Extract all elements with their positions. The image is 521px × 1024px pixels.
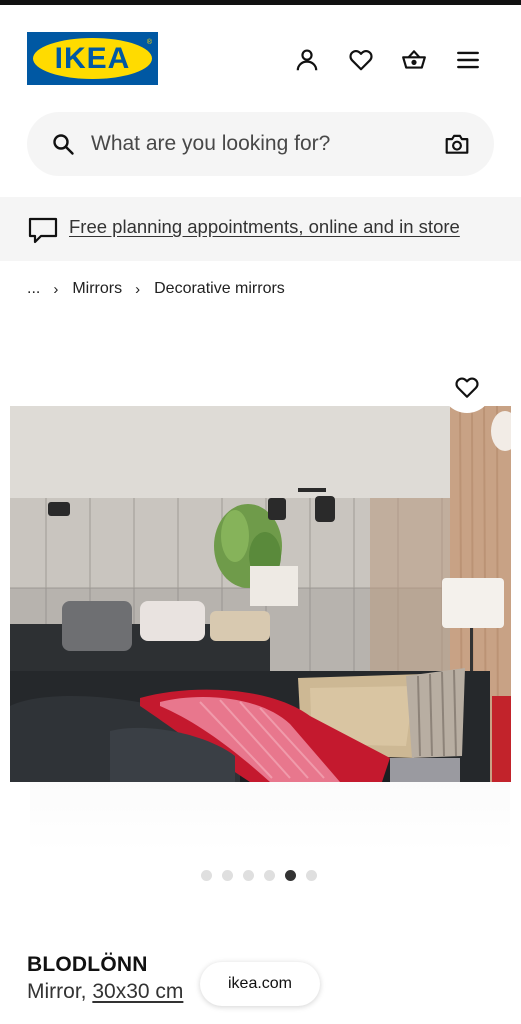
breadcrumb-ellipsis[interactable]: ... (27, 280, 40, 298)
breadcrumb-separator: › (135, 280, 141, 298)
product-image[interactable] (10, 406, 511, 782)
product-description: Mirror, 30x30 cm (27, 980, 183, 1004)
breadcrumb-separator: › (53, 280, 59, 298)
product-type: Mirror, (27, 980, 87, 1003)
add-to-favourites-button[interactable] (441, 361, 493, 413)
favourites-button[interactable] (346, 45, 376, 75)
carousel-dot[interactable] (201, 870, 212, 881)
room-scene-illustration (10, 406, 511, 782)
logo-text: IKEA (54, 41, 131, 75)
basket-icon (402, 50, 426, 69)
search-bar[interactable]: What are you looking for? (27, 112, 494, 176)
menu-button[interactable] (453, 45, 483, 75)
site-header: IKEA ® (0, 5, 521, 105)
heart-icon (455, 377, 479, 398)
product-name: BLODLÖNN (27, 953, 148, 976)
promo-link[interactable]: Free planning appointments, online and i… (69, 216, 460, 238)
search-input[interactable]: What are you looking for? (91, 132, 330, 156)
ikea-logo[interactable]: IKEA ® (27, 32, 158, 85)
breadcrumb-decorative-mirrors[interactable]: Decorative mirrors (154, 280, 285, 298)
breadcrumb-mirrors[interactable]: Mirrors (72, 280, 122, 298)
registered-mark: ® (146, 39, 152, 46)
browser-url-pill[interactable]: ikea.com (200, 962, 320, 1006)
basket-button[interactable] (399, 45, 429, 75)
account-button[interactable] (292, 45, 322, 75)
hamburger-menu-icon (457, 51, 479, 69)
carousel-dots (201, 870, 317, 881)
carousel-dot[interactable] (306, 870, 317, 881)
product-size-link[interactable]: 30x30 cm (92, 980, 183, 1003)
chat-bubble-icon (28, 217, 58, 244)
camera-icon[interactable] (444, 131, 470, 157)
user-icon (296, 49, 318, 71)
heart-icon (349, 50, 373, 71)
carousel-dot[interactable] (264, 870, 275, 881)
breadcrumb: ... › Mirrors › Decorative mirrors (27, 280, 285, 298)
promo-banner[interactable]: Free planning appointments, online and i… (0, 197, 521, 261)
image-shadow (30, 782, 510, 852)
carousel-dot[interactable] (285, 870, 296, 881)
carousel-dot[interactable] (222, 870, 233, 881)
search-icon (53, 134, 74, 155)
carousel-dot[interactable] (243, 870, 254, 881)
